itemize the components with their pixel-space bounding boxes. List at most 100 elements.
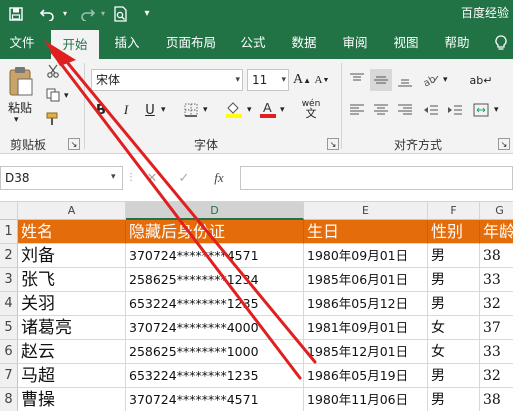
row-header[interactable]: 4 <box>0 292 18 316</box>
header-cell[interactable]: 生日 <box>304 220 428 244</box>
orientation-dropdown-icon[interactable]: ▾ <box>443 75 448 85</box>
row-header[interactable]: 3 <box>0 268 18 292</box>
table-cell[interactable]: 258625********1000 <box>126 340 304 364</box>
tab-home[interactable]: 开始 <box>51 30 99 59</box>
clipboard-launcher-icon[interactable]: ↘ <box>68 138 80 150</box>
column-header-f[interactable]: F <box>428 202 480 220</box>
table-cell[interactable]: 男 <box>428 244 480 268</box>
italic-button[interactable]: I <box>116 99 136 121</box>
table-cell[interactable]: 曹操 <box>18 388 126 411</box>
table-cell[interactable]: 刘备 <box>18 244 126 268</box>
tab-insert[interactable]: 插入 <box>107 27 147 59</box>
print-preview-icon[interactable] <box>110 0 132 27</box>
undo-dropdown-icon[interactable]: ▾ <box>60 0 70 27</box>
column-header-d[interactable]: D <box>126 202 304 220</box>
header-cell[interactable]: 年龄 <box>480 220 513 244</box>
copy-dropdown-icon[interactable]: ▾ <box>64 91 69 101</box>
table-cell[interactable]: 马超 <box>18 364 126 388</box>
font-launcher-icon[interactable]: ↘ <box>327 138 339 150</box>
merge-dropdown-icon[interactable]: ▾ <box>494 105 499 115</box>
phonetic-guide-button[interactable]: wén 文 <box>298 95 324 123</box>
table-cell[interactable]: 653224********1235 <box>126 292 304 316</box>
header-cell[interactable]: 姓名 <box>18 220 126 244</box>
header-cell[interactable]: 隐藏后身份证 <box>126 220 304 244</box>
table-cell[interactable]: 赵云 <box>18 340 126 364</box>
name-box-dropdown-icon[interactable]: ▾ <box>111 172 116 182</box>
borders-dropdown-icon[interactable]: ▾ <box>203 105 208 115</box>
tab-help[interactable]: 帮助 <box>437 27 477 59</box>
table-cell[interactable]: 1980年11月06日 <box>304 388 428 411</box>
fill-color-dropdown-icon[interactable]: ▾ <box>247 105 252 115</box>
tab-data[interactable]: 数据 <box>284 27 324 59</box>
table-cell[interactable]: 33 <box>480 340 513 364</box>
increase-indent-icon[interactable] <box>444 99 466 121</box>
table-cell[interactable]: 男 <box>428 292 480 316</box>
row-header[interactable]: 5 <box>0 316 18 340</box>
table-cell[interactable]: 1985年12月01日 <box>304 340 428 364</box>
orientation-icon[interactable]: ab <box>420 69 442 91</box>
table-cell[interactable]: 33 <box>480 268 513 292</box>
redo-icon[interactable] <box>76 0 98 27</box>
table-cell[interactable]: 1981年09月01日 <box>304 316 428 340</box>
customize-toolbar-icon[interactable]: ▾ <box>140 0 154 27</box>
undo-icon[interactable] <box>36 0 60 27</box>
tab-formulas[interactable]: 公式 <box>233 27 273 59</box>
tab-file[interactable]: 文件 <box>0 27 44 59</box>
table-cell[interactable]: 关羽 <box>18 292 126 316</box>
format-painter-icon[interactable] <box>42 109 64 129</box>
table-cell[interactable]: 32 <box>480 364 513 388</box>
tab-page-layout[interactable]: 页面布局 <box>160 27 222 59</box>
row-header[interactable]: 1 <box>0 220 18 244</box>
align-middle-icon[interactable] <box>370 69 392 91</box>
alignment-launcher-icon[interactable]: ↘ <box>498 138 510 150</box>
table-cell[interactable]: 女 <box>428 340 480 364</box>
table-cell[interactable]: 1986年05月12日 <box>304 292 428 316</box>
table-cell[interactable]: 258625********1234 <box>126 268 304 292</box>
table-cell[interactable]: 诸葛亮 <box>18 316 126 340</box>
tab-view[interactable]: 视图 <box>386 27 426 59</box>
table-cell[interactable]: 370724********4571 <box>126 388 304 411</box>
font-color-dropdown-icon[interactable]: ▾ <box>280 105 285 115</box>
cancel-entry-icon[interactable]: ✕ <box>140 166 164 190</box>
table-cell[interactable]: 653224********1235 <box>126 364 304 388</box>
redo-dropdown-icon[interactable]: ▾ <box>98 0 108 27</box>
row-header[interactable]: 6 <box>0 340 18 364</box>
row-header[interactable]: 2 <box>0 244 18 268</box>
decrease-font-size-button[interactable]: A ▼ <box>313 69 331 91</box>
tab-review[interactable]: 审阅 <box>335 27 375 59</box>
decrease-indent-icon[interactable] <box>420 99 442 121</box>
align-bottom-icon[interactable] <box>394 69 416 91</box>
font-name-select[interactable]: 宋体 ▾ <box>91 69 243 91</box>
align-top-icon[interactable] <box>346 69 368 91</box>
table-cell[interactable]: 男 <box>428 388 480 411</box>
table-cell[interactable]: 370724********4571 <box>126 244 304 268</box>
row-header[interactable]: 7 <box>0 364 18 388</box>
table-cell[interactable]: 1986年05月19日 <box>304 364 428 388</box>
formula-input[interactable] <box>240 166 513 190</box>
table-cell[interactable]: 37 <box>480 316 513 340</box>
table-cell[interactable]: 1985年06月01日 <box>304 268 428 292</box>
name-box[interactable]: D38 <box>0 166 123 190</box>
table-cell[interactable]: 38 <box>480 388 513 411</box>
table-cell[interactable]: 男 <box>428 268 480 292</box>
cut-icon[interactable] <box>42 61 64 81</box>
paste-label[interactable]: 粘贴 <box>8 99 32 116</box>
borders-icon[interactable] <box>180 99 202 121</box>
increase-font-size-button[interactable]: A ▲ <box>293 69 311 91</box>
font-size-select[interactable]: 11 ▾ <box>247 69 289 91</box>
table-cell[interactable]: 张飞 <box>18 268 126 292</box>
select-all-corner[interactable] <box>0 202 18 220</box>
header-cell[interactable]: 性别 <box>428 220 480 244</box>
table-cell[interactable]: 1980年09月01日 <box>304 244 428 268</box>
column-header-a[interactable]: A <box>18 202 126 220</box>
align-center-icon[interactable] <box>370 99 392 121</box>
fill-color-icon[interactable] <box>222 97 246 121</box>
font-color-icon[interactable]: A <box>257 97 279 121</box>
align-right-icon[interactable] <box>394 99 416 121</box>
table-cell[interactable]: 32 <box>480 292 513 316</box>
wrap-text-icon[interactable]: ab↵ <box>470 69 493 91</box>
table-cell[interactable]: 38 <box>480 244 513 268</box>
worksheet-grid[interactable]: A D E F G 1 姓名 隐藏后身份证 生日 性别 年龄 2 刘备 370724********457… <box>0 202 513 411</box>
insert-function-icon[interactable]: fx <box>205 166 233 190</box>
bold-button[interactable]: B <box>91 99 111 121</box>
